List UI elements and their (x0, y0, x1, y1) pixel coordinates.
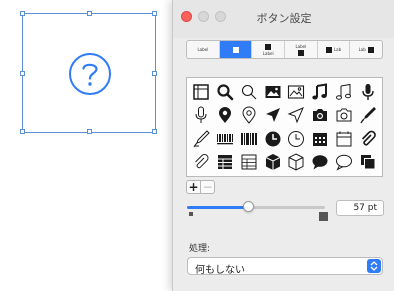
size-field[interactable]: 57 pt (336, 200, 384, 216)
barcode-icon[interactable] (213, 127, 237, 151)
layout-label-left-icon[interactable]: Lab (350, 41, 382, 58)
size-slider-track[interactable] (187, 206, 325, 209)
navigation-arrow-outline-icon[interactable] (285, 104, 309, 128)
spreadsheet-icon[interactable] (213, 151, 237, 175)
icon-square (265, 43, 272, 50)
size-slider-thumb[interactable] (243, 201, 254, 212)
location-pin-icon[interactable] (213, 104, 237, 128)
layout-label-only[interactable]: Label (187, 41, 220, 58)
layout-label-text: Label (295, 43, 307, 49)
image-icon[interactable] (261, 80, 285, 104)
title-bar: ボタン設定 (173, 0, 394, 38)
layout-label-text: Label (197, 47, 209, 52)
size-slider-fill (187, 206, 248, 209)
resize-handle-bottom[interactable] (87, 129, 92, 134)
layout-icon-only[interactable] (219, 41, 253, 58)
icon-square (297, 49, 304, 56)
resize-handle-bottom-right[interactable] (152, 129, 157, 134)
question-mark-circle-icon (69, 53, 111, 95)
microphone-icon[interactable] (356, 80, 380, 104)
clock-outline-icon[interactable] (285, 127, 309, 151)
resize-handle-top-left[interactable] (20, 11, 25, 16)
action-label: 処理: (189, 244, 211, 254)
pen-nib-outline-icon[interactable] (189, 127, 213, 151)
resize-handle-bottom-left[interactable] (20, 129, 25, 134)
search-outline-icon[interactable] (237, 80, 261, 104)
calendar-outline-icon[interactable] (332, 127, 356, 151)
speech-bubble-outline-icon[interactable] (332, 151, 356, 175)
select-arrows-icon (367, 259, 381, 273)
pen-nib-icon[interactable] (356, 104, 380, 128)
selected-button[interactable] (20, 11, 157, 134)
large-size-icon (319, 212, 328, 221)
icon-square (325, 46, 332, 53)
copy-icon[interactable] (356, 151, 380, 175)
layout-segmented-control: Label Label Label Lab Lab (186, 40, 383, 59)
action-select-value: 何もしない (195, 265, 245, 276)
remove-icon-button[interactable]: − (200, 180, 215, 194)
button-settings-panel: ボタン設定 Label Label Label Lab Lab + − 57 p… (172, 0, 394, 291)
action-select[interactable]: 何もしない (187, 257, 383, 276)
layout-label-above-icon[interactable]: Label (285, 41, 318, 58)
paperclip-icon[interactable] (356, 127, 380, 151)
box-icon[interactable] (261, 151, 285, 175)
barcode-bold-icon[interactable] (237, 127, 261, 151)
add-icon-button[interactable]: + (186, 180, 201, 194)
icon-picker-grid (186, 77, 383, 177)
box-outline-icon[interactable] (285, 151, 309, 175)
music-notes-outline-icon[interactable] (332, 80, 356, 104)
layout-icon-left-label[interactable]: Lab (318, 41, 351, 58)
icon-square (232, 46, 239, 53)
layout-label-text: Label (262, 50, 274, 56)
microphone-outline-icon[interactable] (189, 104, 213, 128)
paperclip-outline-icon[interactable] (189, 151, 213, 175)
layout-icon-above-label[interactable]: Label (252, 41, 286, 58)
location-pin-outline-icon[interactable] (237, 104, 261, 128)
speech-bubble-icon[interactable] (308, 151, 332, 175)
layout-label-text: Lab (333, 47, 342, 52)
resize-handle-right[interactable] (152, 71, 157, 76)
camera-icon[interactable] (308, 104, 332, 128)
resize-handle-top-right[interactable] (152, 11, 157, 16)
calendar-icon[interactable] (308, 127, 332, 151)
camera-outline-icon[interactable] (332, 104, 356, 128)
resize-handle-left[interactable] (20, 71, 25, 76)
resize-handle-top[interactable] (87, 11, 92, 16)
music-notes-icon[interactable] (308, 80, 332, 104)
search-icon[interactable] (213, 80, 237, 104)
image-outline-icon[interactable] (285, 80, 309, 104)
spreadsheet-outline-icon[interactable] (237, 151, 261, 175)
navigation-arrow-icon[interactable] (261, 104, 285, 128)
frame-icon[interactable] (189, 80, 213, 104)
clock-icon[interactable] (261, 127, 285, 151)
icon-square (367, 46, 374, 53)
layout-label-text: Lab (358, 47, 366, 52)
small-size-icon (189, 212, 193, 216)
panel-title: ボタン設定 (256, 12, 312, 25)
